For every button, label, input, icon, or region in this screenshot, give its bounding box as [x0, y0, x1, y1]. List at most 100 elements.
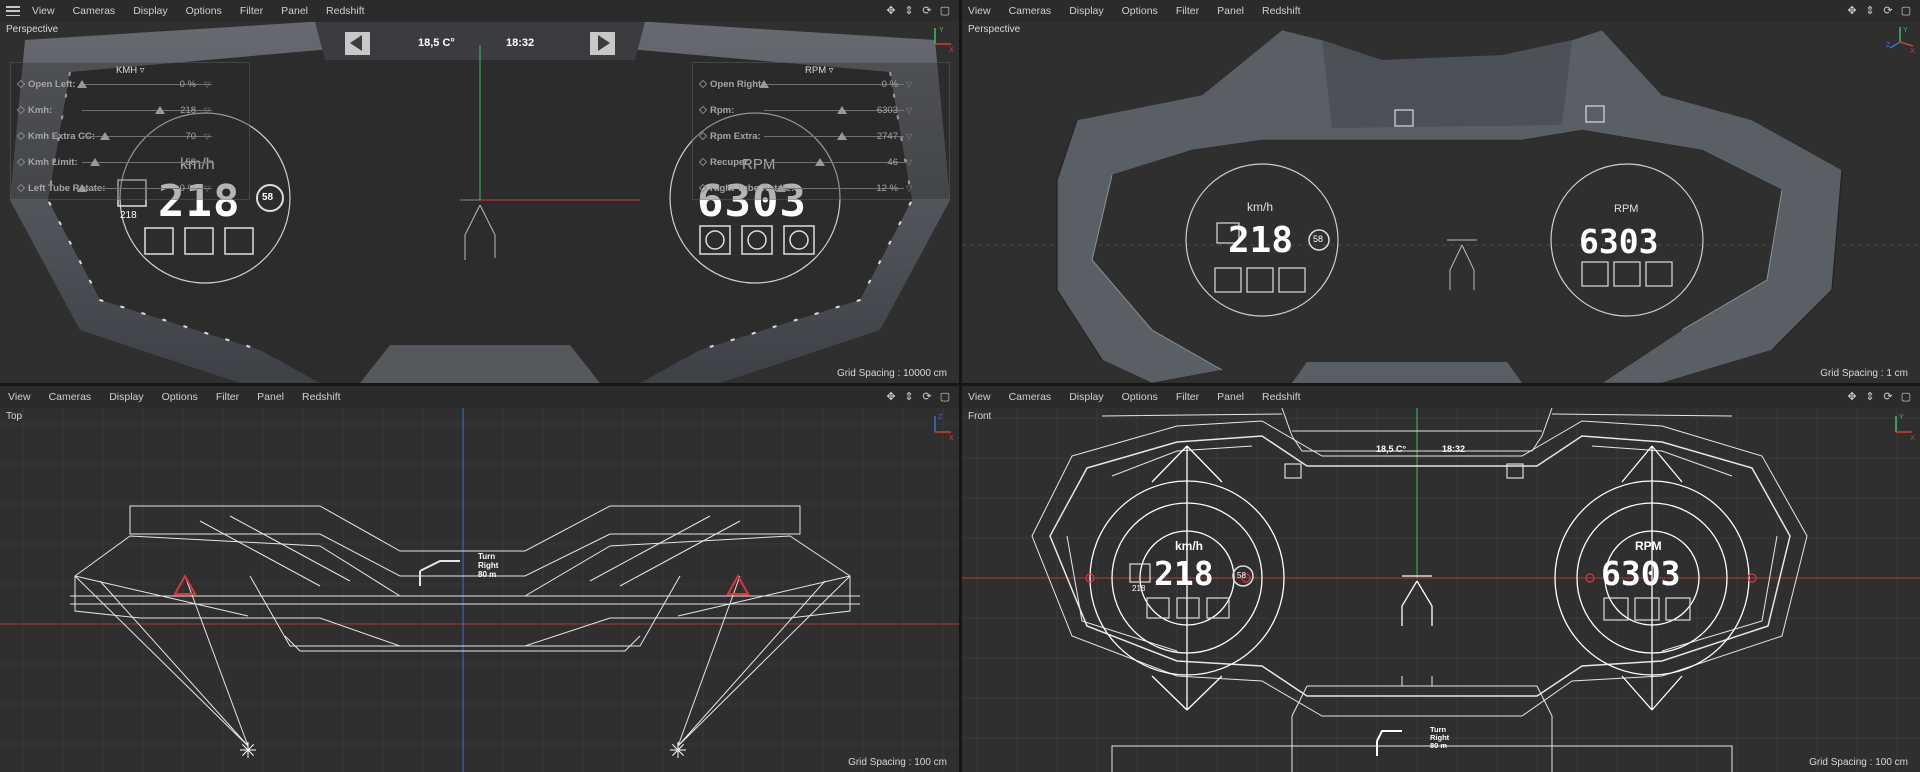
- svg-text:X: X: [949, 435, 954, 440]
- viewport-menubar: View Cameras Display Options Filter Pane…: [962, 386, 1920, 408]
- svg-text:Z: Z: [938, 414, 943, 421]
- viewport-menubar: View Cameras Display Options Filter Pane…: [962, 0, 1920, 22]
- menu-display[interactable]: Display: [100, 391, 152, 403]
- temperature-readout: 18,5 C°: [1376, 444, 1407, 454]
- menu-filter[interactable]: Filter: [1167, 5, 1208, 17]
- menu-cameras[interactable]: Cameras: [40, 391, 101, 403]
- grid-spacing-readout: Grid Spacing : 1 cm: [1820, 368, 1908, 379]
- kmh-small-value: 218: [120, 210, 137, 221]
- zoom-view-icon[interactable]: ⇕: [1864, 5, 1876, 17]
- menu-display[interactable]: Display: [1060, 5, 1112, 17]
- viewport-front[interactable]: View Cameras Display Options Filter Pane…: [962, 386, 1920, 772]
- rotate-view-icon[interactable]: ⟳: [1882, 5, 1894, 17]
- move-view-icon[interactable]: ✥: [1846, 391, 1858, 403]
- viewport-camera-label: Perspective: [968, 24, 1021, 35]
- axis-gizmo: Y X: [1895, 414, 1915, 440]
- move-view-icon[interactable]: ✥: [1846, 5, 1858, 17]
- axis-gizmo: Y X: [934, 27, 954, 54]
- maximize-viewport-icon[interactable]: ▢: [1900, 5, 1912, 17]
- maximize-viewport-icon[interactable]: ▢: [939, 5, 951, 17]
- menu-redshift[interactable]: Redshift: [293, 391, 350, 403]
- chevron-down-icon: ▿: [828, 65, 834, 76]
- menu-view[interactable]: View: [962, 391, 1000, 403]
- menu-options[interactable]: Options: [177, 5, 231, 17]
- zoom-view-icon[interactable]: ⇕: [1864, 391, 1876, 403]
- front-view-wireframe: [962, 407, 1920, 772]
- kmh-small-value: 218: [1132, 584, 1146, 593]
- menu-filter[interactable]: Filter: [231, 5, 272, 17]
- menu-filter[interactable]: Filter: [207, 391, 248, 403]
- temperature-readout: 18,5 C°: [418, 37, 455, 49]
- viewport-top[interactable]: View Cameras Display Options Filter Pane…: [0, 386, 959, 772]
- svg-text:X: X: [949, 47, 954, 54]
- left-controls-panel: KMH ▿: [10, 62, 250, 200]
- viewport-camera-label: Perspective: [6, 24, 59, 35]
- kmh-title: km/h: [1175, 539, 1204, 553]
- menu-panel[interactable]: Panel: [1208, 391, 1253, 403]
- menu-options[interactable]: Options: [1113, 391, 1167, 403]
- maximize-viewport-icon[interactable]: ▢: [939, 391, 951, 403]
- move-view-icon[interactable]: ✥: [885, 5, 897, 17]
- arrow-left-icon: [1284, 463, 1302, 479]
- clock-readout: 18:32: [506, 37, 535, 49]
- menu-redshift[interactable]: Redshift: [1253, 391, 1310, 403]
- viewport-camera-label: Front: [968, 411, 992, 422]
- zoom-view-icon[interactable]: ⇕: [903, 391, 915, 403]
- viewport-layout: View Cameras Display Options Filter Pane…: [0, 0, 1920, 772]
- svg-text:Z: Z: [1886, 42, 1891, 49]
- menu-options[interactable]: Options: [153, 391, 207, 403]
- grid-spacing-readout: Grid Spacing : 100 cm: [848, 757, 947, 768]
- move-view-icon[interactable]: ✥: [885, 391, 897, 403]
- menu-view[interactable]: View: [962, 5, 1000, 17]
- menu-panel[interactable]: Panel: [1208, 5, 1253, 17]
- menu-display[interactable]: Display: [1060, 391, 1112, 403]
- rpm-value: 6303: [1579, 222, 1659, 261]
- menu-panel[interactable]: Panel: [272, 5, 317, 17]
- svg-text:Y: Y: [1899, 414, 1904, 421]
- menu-redshift[interactable]: Redshift: [317, 5, 374, 17]
- nav-instruction-text: Turn Right 80 m: [1430, 725, 1450, 750]
- right-controls-panel: RPM ▿: [692, 62, 950, 200]
- rotate-view-icon[interactable]: ⟳: [1882, 391, 1894, 403]
- clock-readout: 18:32: [1442, 444, 1466, 454]
- grid-spacing-readout: Grid Spacing : 100 cm: [1809, 757, 1908, 768]
- model-shaded-render: [962, 29, 1920, 383]
- menu-cameras[interactable]: Cameras: [1000, 391, 1061, 403]
- maximize-viewport-icon[interactable]: ▢: [1900, 391, 1912, 403]
- menu-view[interactable]: View: [0, 391, 40, 403]
- zoom-view-icon[interactable]: ⇕: [903, 5, 915, 17]
- menu-options[interactable]: Options: [1113, 5, 1167, 17]
- viewport-menubar: View Cameras Display Options Filter Pane…: [0, 0, 959, 22]
- svg-text:Y: Y: [1903, 27, 1908, 34]
- speed-limit-badge: 58: [1237, 571, 1246, 580]
- menu-redshift[interactable]: Redshift: [1253, 5, 1310, 17]
- menu-display[interactable]: Display: [124, 5, 176, 17]
- menu-cameras[interactable]: Cameras: [1000, 5, 1061, 17]
- menu-view[interactable]: View: [26, 5, 64, 17]
- rotate-view-icon[interactable]: ⟳: [921, 5, 933, 17]
- hamburger-icon[interactable]: [6, 6, 20, 16]
- grid-spacing-readout: Grid Spacing : 10000 cm: [836, 368, 947, 379]
- speed-limit-badge: 58: [262, 192, 274, 203]
- axis-gizmo: Y X Z: [1886, 27, 1915, 54]
- kmh-value: 218: [1228, 220, 1294, 261]
- nav-instruction-text: Turn Right 80 m: [478, 552, 499, 579]
- axis-gizmo: Z X: [934, 414, 954, 440]
- menu-cameras[interactable]: Cameras: [64, 5, 125, 17]
- menu-filter[interactable]: Filter: [1167, 391, 1208, 403]
- svg-text:X: X: [1910, 48, 1915, 54]
- rpm-title: RPM: [1635, 539, 1662, 553]
- chevron-down-icon: ▿: [139, 65, 145, 76]
- viewport-camera-label: Top: [6, 411, 23, 422]
- kmh-title: km/h: [1247, 200, 1274, 214]
- viewport-perspective-main[interactable]: View Cameras Display Options Filter Pane…: [0, 0, 959, 383]
- viewport-perspective-secondary[interactable]: View Cameras Display Options Filter Pane…: [962, 0, 1920, 383]
- menu-panel[interactable]: Panel: [248, 391, 293, 403]
- viewport-menubar: View Cameras Display Options Filter Pane…: [0, 386, 959, 408]
- rotate-view-icon[interactable]: ⟳: [921, 391, 933, 403]
- top-view-wireframe: [0, 408, 959, 772]
- left-unit-dropdown[interactable]: KMH ▿: [116, 65, 145, 76]
- right-unit-dropdown[interactable]: RPM ▿: [805, 65, 834, 76]
- kmh-value: 218: [1154, 554, 1214, 593]
- rpm-title: RPM: [1614, 203, 1639, 215]
